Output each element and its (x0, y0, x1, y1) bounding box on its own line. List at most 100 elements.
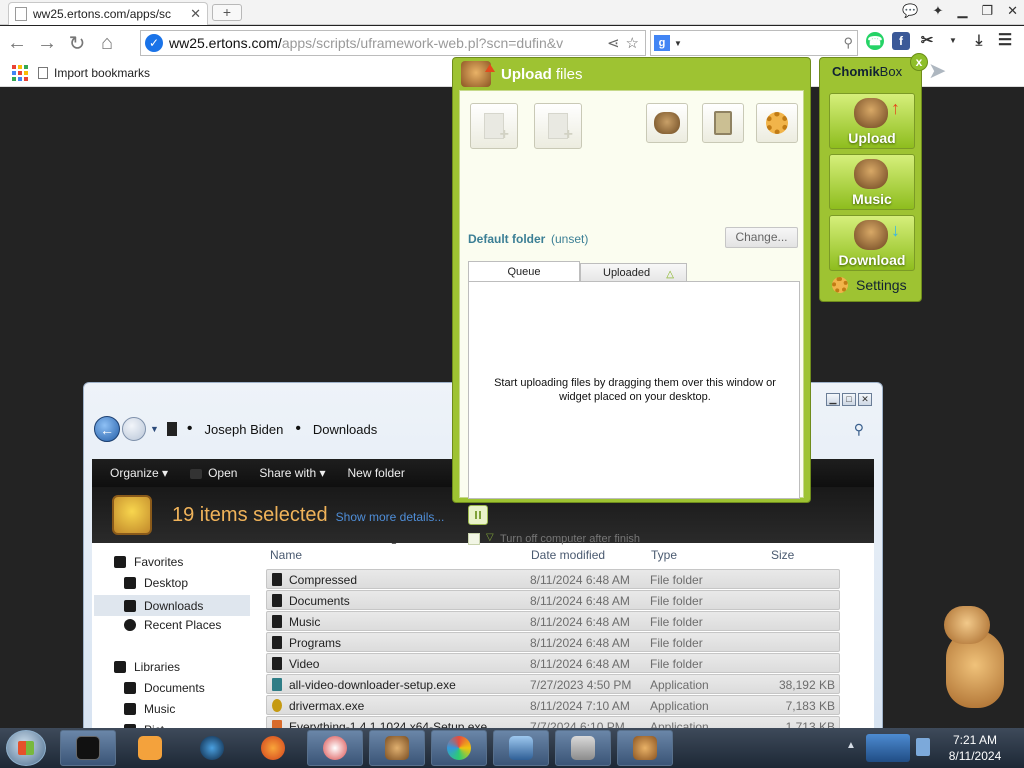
back-icon[interactable]: ← (94, 416, 120, 442)
new-tab-button[interactable]: + (212, 4, 242, 21)
minimize-icon[interactable]: ▁ (957, 3, 967, 19)
back-icon[interactable]: ← (4, 30, 30, 56)
file-row[interactable]: Music 8/11/2024 6:48 AM File folder (266, 611, 840, 631)
search-icon[interactable]: ⚲ (843, 35, 853, 51)
show-hidden-icons-icon[interactable]: ▲ (846, 740, 856, 751)
share-with-button[interactable]: Share with ▾ (251, 466, 333, 480)
hamster-headphones-icon (854, 159, 888, 189)
nav-music[interactable]: Music (124, 702, 175, 716)
queue-empty-message: Start uploading files by dragging them o… (494, 377, 776, 403)
add-files-button[interactable]: + (470, 103, 518, 149)
share-icon[interactable]: ⋖ (607, 34, 620, 52)
chomik-music-button[interactable]: Music (829, 154, 915, 210)
taskbar-upload-app[interactable] (617, 730, 673, 766)
file-row[interactable]: all-video-downloader-setup.exe 7/27/2023 … (266, 674, 840, 694)
close-icon[interactable]: x (910, 53, 928, 71)
taskbar-media-player[interactable] (122, 730, 178, 766)
close-tab-icon[interactable]: ✕ (190, 6, 201, 22)
download-icon[interactable]: ⤓ (970, 32, 988, 50)
file-row[interactable]: Compressed 8/11/2024 6:48 AM File folder (266, 569, 840, 589)
breadcrumb-downloads[interactable]: Downloads (313, 422, 377, 437)
close-window-icon[interactable]: ✕ (858, 393, 872, 406)
file-row[interactable]: Video 8/11/2024 6:48 AM File folder (266, 653, 840, 673)
taskbar-app-orb[interactable] (184, 730, 240, 766)
new-folder-button[interactable]: New folder (339, 466, 412, 480)
network-icon[interactable] (916, 738, 930, 756)
bookmark-star-icon[interactable]: ☆ (626, 34, 639, 52)
forward-icon[interactable]: → (34, 30, 60, 56)
taskbar-s-app[interactable] (307, 730, 363, 766)
taskbar-drivermax[interactable] (431, 730, 487, 766)
file-row[interactable]: Documents 8/11/2024 6:48 AM File folder (266, 590, 840, 610)
taskbar-firefox[interactable] (245, 730, 301, 766)
nav-recent-places[interactable]: Recent Places (124, 618, 221, 632)
show-more-details-link[interactable]: Show more details... (336, 510, 445, 524)
maximize-icon[interactable]: □ (842, 393, 856, 406)
nav-downloads[interactable]: Downloads (94, 595, 250, 616)
forward-icon[interactable] (122, 417, 146, 441)
folder-icon (272, 573, 282, 586)
search-box[interactable]: g ▼ ⚲ (650, 30, 858, 56)
file-row[interactable]: drivermax.exe 8/11/2024 7:10 AM Applicatio… (266, 695, 840, 715)
taskbar-chomikbox[interactable] (369, 730, 425, 766)
change-folder-button[interactable]: Change... (725, 227, 798, 248)
column-size[interactable]: Size (771, 548, 794, 562)
chomik-download-button[interactable]: ↓ Download (829, 215, 915, 271)
shutdown-checkbox[interactable] (468, 533, 480, 545)
file-row[interactable]: Programs 8/11/2024 6:48 AM File folder (266, 632, 840, 652)
breadcrumb-user[interactable]: Joseph Biden (205, 422, 284, 437)
open-button[interactable]: Open (182, 466, 245, 480)
add-folder-button[interactable]: + (534, 103, 582, 149)
browser-tab[interactable]: ww25.ertons.com/apps/sc ✕ (8, 2, 208, 25)
upload-settings-button[interactable] (756, 103, 798, 143)
address-bar[interactable]: ✓ ww25.ertons.com/ apps/scripts/uframewo… (140, 30, 646, 56)
paste-button[interactable] (702, 103, 744, 143)
recent-pages-chevron-icon[interactable]: ▼ (150, 424, 159, 434)
whatsapp-icon[interactable]: ☎ (866, 32, 884, 50)
column-name[interactable]: Name (270, 548, 302, 562)
scissors-icon[interactable]: ✂ (918, 32, 936, 50)
chevron-down-icon[interactable]: ▼ (944, 32, 962, 50)
chomik-upload-button[interactable]: ↑ Upload (829, 93, 915, 149)
chevron-down-icon[interactable]: ▼ (674, 39, 682, 48)
tab-queue[interactable]: Queue (468, 261, 580, 283)
column-type[interactable]: Type (651, 548, 677, 562)
upload-queue-list[interactable]: Start uploading files by dragging them o… (468, 281, 800, 499)
bookmark-import[interactable]: Import bookmarks (38, 66, 150, 80)
clock[interactable]: 7:21 AM 8/11/2024 (940, 732, 1010, 764)
reload-icon[interactable]: ↻ (64, 30, 90, 56)
profile-icon[interactable]: 💬 (902, 3, 918, 19)
facebook-icon[interactable]: f (892, 32, 910, 50)
pause-button[interactable] (468, 505, 488, 525)
taskbar-r-app[interactable] (555, 730, 611, 766)
close-window-icon[interactable]: ✕ (1007, 3, 1018, 19)
taskbar-w-app[interactable] (493, 730, 549, 766)
search-icon[interactable]: ⚲ (854, 421, 864, 438)
breadcrumb: • Joseph Biden • Downloads (187, 420, 377, 438)
organize-button[interactable]: Organize ▾ (102, 466, 176, 480)
send-plane-icon[interactable]: ➤ (928, 58, 946, 84)
extension-icon[interactable]: ✦ (933, 3, 944, 19)
home-icon[interactable]: ⌂ (94, 30, 120, 56)
taskbar-explorer[interactable] (60, 730, 116, 766)
tray-app-icon[interactable] (866, 734, 910, 762)
minimize-icon[interactable]: ▁ (826, 393, 840, 406)
column-date-modified[interactable]: Date modified (531, 548, 605, 562)
system-tray: ▲ 7:21 AM 8/11/2024 (840, 728, 1024, 768)
chomik-settings-button[interactable]: Settings (832, 277, 907, 293)
tab-uploaded[interactable]: Uploaded △ (580, 263, 687, 283)
chomik-account-button[interactable] (646, 103, 688, 143)
nav-documents[interactable]: Documents (124, 681, 205, 695)
desktop-hamster-gadget[interactable] (940, 606, 1006, 710)
apps-grid-icon[interactable] (12, 65, 28, 81)
triangle-down-icon[interactable]: ▽ (486, 532, 494, 543)
start-button[interactable] (6, 730, 46, 766)
arrow-up-icon: ↑ (891, 98, 900, 118)
menu-icon[interactable]: ☰ (996, 32, 1014, 50)
nav-favorites[interactable]: Favorites (114, 555, 183, 569)
nav-desktop[interactable]: Desktop (124, 576, 188, 590)
nav-libraries[interactable]: Libraries (114, 660, 180, 674)
folder-icon (272, 615, 282, 628)
file-type: File folder (650, 594, 703, 608)
restore-icon[interactable]: ❐ (981, 3, 993, 19)
